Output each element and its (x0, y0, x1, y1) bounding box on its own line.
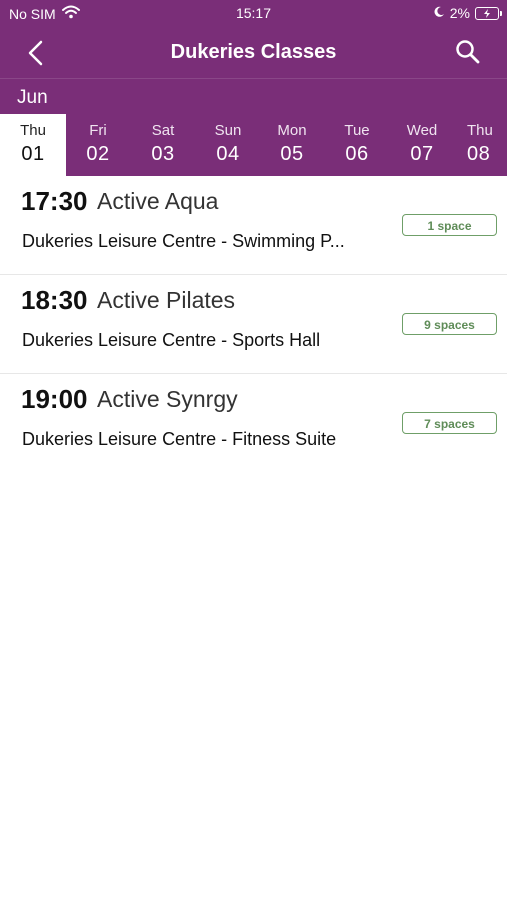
class-name: Active Pilates (97, 287, 236, 313)
month-label: Jun (17, 87, 48, 108)
day-number: 05 (280, 143, 304, 165)
spaces-badge: 7 spaces (402, 412, 497, 434)
day-tab[interactable]: Fri 02 (65, 114, 131, 176)
class-name: Active Aqua (97, 188, 219, 214)
month-row: Jun (0, 79, 507, 114)
spaces-badge: 1 space (402, 214, 497, 236)
day-tab[interactable]: Thu 01 (0, 114, 66, 176)
status-right: 2% (433, 5, 502, 21)
day-number: 03 (151, 143, 175, 165)
day-strip[interactable]: Thu 01 Fri 02 Sat 03 Sun 04 Mon 05 Tue 0… (0, 114, 507, 176)
class-venue: Dukeries Leisure Centre - Swimming P... (22, 231, 345, 251)
day-number: 04 (216, 143, 240, 165)
day-name: Mon (277, 122, 307, 139)
day-tab[interactable]: Thu 08 (441, 114, 507, 176)
class-list: 17:30 Active Aqua Dukeries Leisure Centr… (0, 176, 507, 472)
class-venue: Dukeries Leisure Centre - Fitness Suite (22, 429, 337, 449)
class-time: 17:30 (21, 186, 88, 216)
day-number: 08 (467, 143, 491, 165)
moon-icon (433, 5, 445, 21)
nav-bar: Dukeries Classes (0, 28, 507, 78)
day-tab[interactable]: Mon 05 (259, 114, 325, 176)
page-title: Dukeries Classes (170, 41, 337, 63)
search-icon (456, 40, 480, 64)
day-number: 01 (21, 143, 45, 165)
search-button[interactable] (455, 39, 481, 65)
day-name: Sun (214, 122, 242, 139)
class-time: 19:00 (21, 384, 88, 414)
day-number: 02 (86, 143, 110, 165)
battery-percent: 2% (449, 5, 470, 21)
day-tab[interactable]: Tue 06 (324, 114, 390, 176)
app-header: No SIM 15:17 2% Dukeries Classes Jun Thu… (0, 0, 507, 176)
class-name: Active Synrgy (97, 386, 238, 412)
day-number: 06 (345, 143, 369, 165)
status-time: 15:17 (235, 5, 272, 21)
class-venue: Dukeries Leisure Centre - Sports Hall (22, 330, 321, 350)
battery-icon (475, 6, 502, 20)
class-list-item[interactable]: 19:00 Active Synrgy Dukeries Leisure Cen… (0, 374, 507, 472)
class-list-item[interactable]: 17:30 Active Aqua Dukeries Leisure Centr… (0, 176, 507, 275)
day-tab[interactable]: Sat 03 (130, 114, 196, 176)
class-time: 18:30 (21, 285, 88, 315)
day-name: Tue (344, 122, 370, 139)
day-name: Fri (89, 122, 107, 139)
day-name: Thu (20, 122, 46, 139)
day-tab[interactable]: Sun 04 (195, 114, 261, 176)
class-list-item[interactable]: 18:30 Active Pilates Dukeries Leisure Ce… (0, 275, 507, 374)
day-name: Thu (467, 122, 493, 139)
status-bar: No SIM 15:17 2% (0, 0, 507, 28)
day-name: Sat (151, 122, 175, 139)
spaces-badge: 9 spaces (402, 313, 497, 335)
